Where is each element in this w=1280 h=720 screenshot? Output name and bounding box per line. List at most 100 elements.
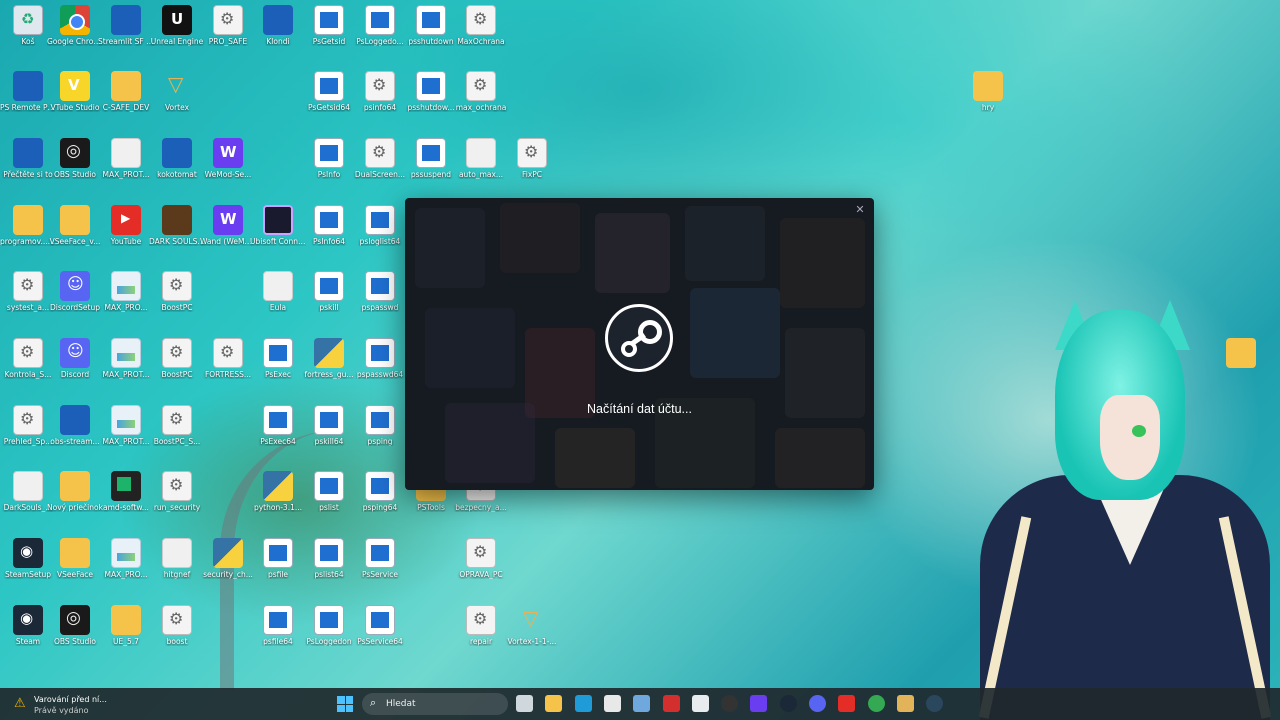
desktop-icon[interactable]: Vortex-1-1-... [504,605,560,646]
desktop-icon[interactable]: psloglist64 [352,205,408,246]
youtube-icon[interactable] [838,695,856,712]
desktop-icon[interactable]: MAX_PROT... [98,338,154,379]
desktop-icon[interactable]: python-3.1... [250,471,306,512]
snipping-icon[interactable] [633,695,651,712]
desktop-icon[interactable]: PsLoggedon [301,605,357,646]
desktop-icon[interactable]: boost [149,605,205,646]
desktop-icon[interactable]: repair [453,605,509,646]
desktop-icon[interactable]: amd-softw... [98,471,154,512]
desktop-icon[interactable]: PsService64 [352,605,408,646]
desktop-icon[interactable]: hry [960,71,1016,112]
close-icon[interactable]: ✕ [852,202,868,218]
task-view-icon[interactable] [516,695,533,712]
start-button[interactable] [337,696,353,712]
desktop-icon[interactable]: VSeeFace_v... [47,205,103,246]
desktop-icon[interactable]: C-SAFE_DEV [98,71,154,112]
desktop-icon[interactable]: UE_5.7 [98,605,154,646]
desktop-icon[interactable]: PsExec64 [250,405,306,446]
desktop-icon[interactable]: OPRAVA_PC [453,538,509,579]
desktop-icon[interactable]: run_security [149,471,205,512]
steam-active-icon[interactable] [926,695,944,712]
desktop-icon[interactable]: PsLoggedo... [352,5,408,46]
search-input[interactable] [386,696,496,712]
desktop-icon[interactable]: pssuspend [403,138,459,179]
desktop-icon[interactable]: psfile [250,538,306,579]
desktop-icon[interactable]: DiscordSetup [47,271,103,312]
desktop-icon[interactable]: pslist64 [301,538,357,579]
desktop-icon[interactable]: BoostPC_S... [149,405,205,446]
desktop-icon[interactable]: Klondi [250,5,306,46]
desktop-icon[interactable]: Nový priečinok [47,471,103,512]
desktop-icon[interactable]: MAX_PROT... [98,405,154,446]
desktop-icon[interactable]: MaxOchrana [453,5,509,46]
vortex-icon[interactable] [896,695,914,712]
desktop-icon[interactable]: psping64 [352,471,408,512]
desktop-icon[interactable]: DualScreen... [352,138,408,179]
desktop-icon[interactable]: OBS Studio [47,605,103,646]
edge-icon[interactable] [574,695,592,712]
desktop-icon[interactable]: PRO_SAFE [200,5,256,46]
desktop-icon[interactable]: MAX_PRO... [98,271,154,312]
desktop-icon[interactable]: Eula [250,271,306,312]
desktop-icon[interactable]: OBS Studio [47,138,103,179]
desktop-icon[interactable]: PsGetsid64 [301,71,357,112]
desktop-icon[interactable]: VSeeFace [47,538,103,579]
document-icon [13,471,43,501]
desktop-icon[interactable]: pskill64 [301,405,357,446]
window-app-icon [263,405,293,435]
desktop-icon[interactable]: kokotomat [149,138,205,179]
desktop-icon[interactable]: WeMod-Se... [200,138,256,179]
chrome-icon[interactable] [867,695,885,712]
desktop-icon[interactable]: max_ochrana [453,71,509,112]
store-icon[interactable] [603,695,621,712]
desktop-icon[interactable]: pspasswd64 [352,338,408,379]
desktop-icon[interactable]: Google Chrome [47,5,103,46]
desktop-icon[interactable]: MAX_PROT... [98,138,154,179]
desktop-icon[interactable]: hitgnef [149,538,205,579]
desktop-icon[interactable]: PsGetsid [301,5,357,46]
discord-icon[interactable] [809,695,826,712]
desktop-icon[interactable]: pslist [301,471,357,512]
desktop-icon[interactable]: Wand (WeMod) [200,205,256,246]
desktop-icon[interactable]: YouTube [98,205,154,246]
desktop-icon[interactable]: psinfo64 [352,71,408,112]
desktop-icon[interactable]: BoostPC [149,338,205,379]
desktop-icon[interactable]: BoostPC [149,271,205,312]
desktop-icon[interactable]: auto_max... [453,138,509,179]
desktop-icon[interactable]: PsInfo [301,138,357,179]
desktop-icon[interactable]: psping [352,405,408,446]
desktop-icon[interactable]: pspasswd [352,271,408,312]
python-icon [314,338,344,368]
notification-widget[interactable]: ⚠ Varování před ní... Právě vydáno [8,691,158,717]
file-explorer-icon[interactable] [545,695,563,712]
desktop-icon[interactable]: FixPC [504,138,560,179]
desktop-icon[interactable]: psshutdown [403,5,459,46]
desktop-icon[interactable]: Ubisoft Connect [250,205,306,246]
desktop-icon[interactable]: security_ch... [200,538,256,579]
amd-icon[interactable] [662,695,680,712]
desktop-icon[interactable]: VTube Studio [47,71,103,112]
steam-icon[interactable] [779,695,797,712]
desktop-icon[interactable]: psshutdow... [403,71,459,112]
desktop-icon[interactable]: fortress_gu... [301,338,357,379]
desktop-icon[interactable]: PsInfo64 [301,205,357,246]
settings-file-icon [365,138,395,168]
wemod-icon[interactable] [750,695,768,712]
desktop-icon[interactable]: PsService [352,538,408,579]
desktop-icon[interactable]: MAX_PRO... [98,538,154,579]
desktop-icon[interactable]: PsExec [250,338,306,379]
desktop-icon[interactable]: psfile64 [250,605,306,646]
desktop-icon[interactable]: Vortex [149,71,205,112]
desktop-icon[interactable]: DARK SOULS™ II [149,205,205,246]
desktop-icon-label: boost [166,637,188,646]
obs-icon[interactable] [721,695,739,712]
desktop-icon[interactable]: pskill [301,271,357,312]
desktop-icon[interactable]: FORTRESS... [200,338,256,379]
desktop-icon[interactable]: Streamlit SF Lock [98,5,154,46]
desktop-icon[interactable]: Unreal Engine [149,5,205,46]
desktop-icon[interactable]: obs-stream... [47,405,103,446]
vtube-icon[interactable] [691,695,709,712]
desktop-icon[interactable]: Discord [47,338,103,379]
desktop-icon-label: DARK SOULS™ II [149,237,205,246]
taskbar-search[interactable]: ⌕ [362,693,508,715]
